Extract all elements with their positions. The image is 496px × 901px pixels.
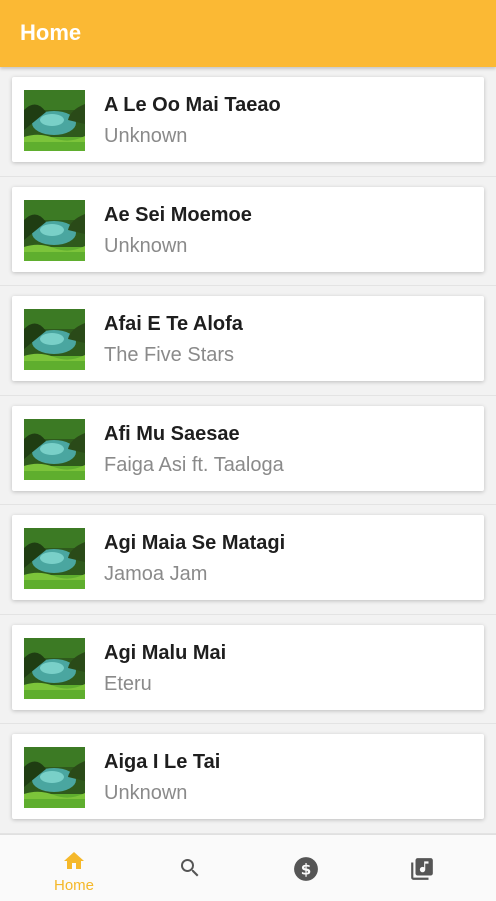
dollar-icon: $ <box>293 856 319 887</box>
song-title: Agi Malu Mai <box>104 641 227 664</box>
nav-home[interactable]: Home <box>12 835 136 901</box>
list-item[interactable]: A Le Oo Mai Taeao Unknown <box>0 67 496 177</box>
home-icon <box>61 849 87 878</box>
album-art-thumbnail <box>24 747 85 808</box>
song-list[interactable]: A Le Oo Mai Taeao Unknown Ae Sei Moemoe … <box>0 67 496 834</box>
list-item[interactable]: Agi Maia Se Matagi Jamoa Jam <box>0 505 496 615</box>
app-bar: Home <box>0 0 496 67</box>
album-art-thumbnail <box>24 418 85 480</box>
song-card[interactable]: Aiga I Le Tai Unknown <box>12 734 484 819</box>
album-art-thumbnail <box>24 528 85 589</box>
song-card[interactable]: Agi Maia Se Matagi Jamoa Jam <box>12 515 484 600</box>
song-artist: The Five Stars <box>104 344 235 366</box>
bottom-navigation: Home $ <box>0 834 496 901</box>
song-card[interactable]: Afi Mu Saesae Faiga Asi ft. Taaloga <box>12 405 484 491</box>
song-artist: Unknown <box>104 234 188 257</box>
page-title: Home <box>20 20 82 45</box>
nav-library[interactable] <box>360 835 484 901</box>
nav-search[interactable] <box>128 835 252 901</box>
song-artist: Faiga Asi ft. Taaloga <box>104 453 284 476</box>
list-item[interactable]: Aiga I Le Tai Unknown <box>0 724 496 834</box>
album-art-thumbnail <box>24 199 85 261</box>
nav-home-label: Home <box>53 877 94 894</box>
song-card[interactable]: Afai E Te Alofa The Five Stars <box>12 296 484 381</box>
song-title: Afi Mu Saesae <box>104 422 240 445</box>
song-title: A Le Oo Mai Taeao <box>104 94 281 116</box>
song-title: Afai E Te Alofa <box>104 313 243 335</box>
list-item[interactable]: Agi Malu Mai Eteru <box>0 615 496 724</box>
song-artist: Unknown <box>104 125 188 147</box>
song-title: Agi Maia Se Matagi <box>104 532 286 554</box>
album-art-thumbnail <box>24 309 85 370</box>
song-card[interactable]: Agi Malu Mai Eteru <box>12 624 484 710</box>
song-artist: Jamoa Jam <box>104 563 208 585</box>
nav-donate[interactable]: $ <box>244 835 368 901</box>
list-item[interactable]: Afi Mu Saesae Faiga Asi ft. Taaloga <box>0 396 496 505</box>
song-title: Aiga I Le Tai <box>104 751 221 773</box>
album-art-thumbnail <box>24 637 85 699</box>
song-artist: Eteru <box>104 672 152 695</box>
song-title: Ae Sei Moemoe <box>104 203 252 226</box>
song-card[interactable]: Ae Sei Moemoe Unknown <box>12 186 484 272</box>
song-artist: Unknown <box>104 782 188 804</box>
song-card[interactable]: A Le Oo Mai Taeao Unknown <box>12 77 484 162</box>
search-icon <box>178 856 202 885</box>
list-item[interactable]: Ae Sei Moemoe Unknown <box>0 177 496 286</box>
album-art-thumbnail <box>24 90 85 151</box>
music-library-icon <box>409 856 435 887</box>
svg-text:$: $ <box>301 860 312 878</box>
list-item[interactable]: Afai E Te Alofa The Five Stars <box>0 286 496 396</box>
